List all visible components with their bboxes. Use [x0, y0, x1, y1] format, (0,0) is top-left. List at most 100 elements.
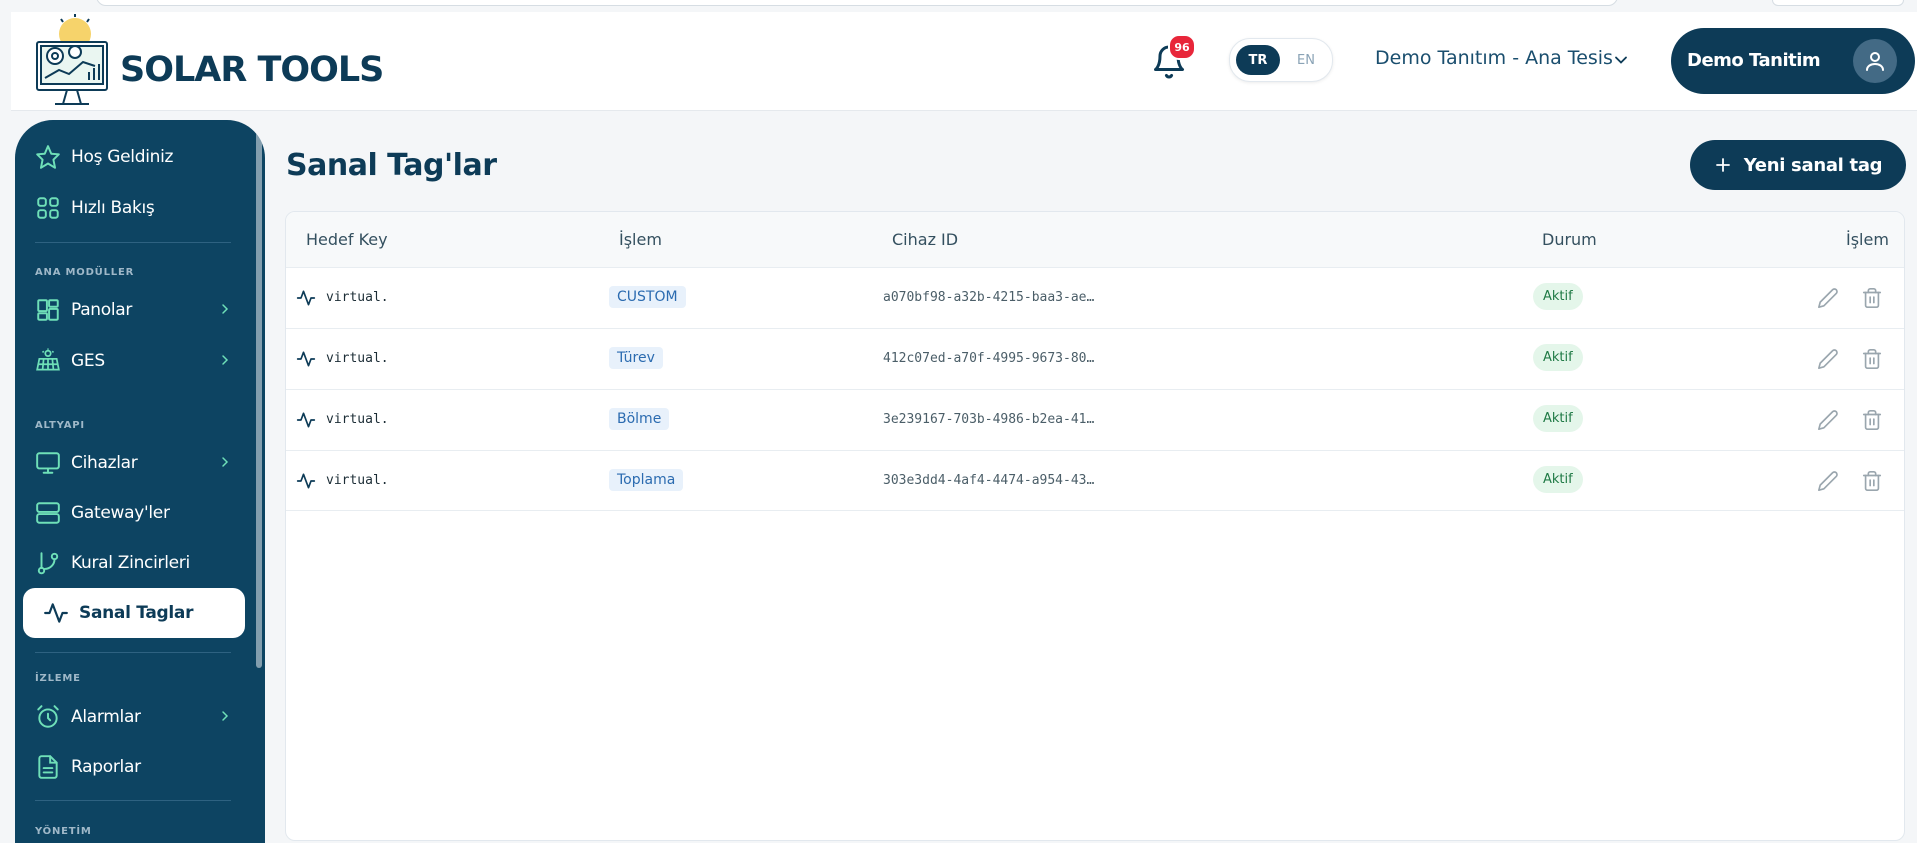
sidebar-item-label: GES [71, 351, 105, 371]
language-toggle[interactable]: TR EN [1229, 38, 1333, 82]
status-badge: Aktif [1533, 466, 1583, 493]
edit-icon[interactable] [1817, 287, 1839, 309]
activity-icon [296, 412, 316, 428]
device-id: 412c07ed-a70f-4995-9673-80… [883, 351, 1095, 366]
trash-icon[interactable] [1861, 409, 1883, 431]
edit-icon[interactable] [1817, 409, 1839, 431]
brand-name[interactable]: SOLAR TOOLS [120, 50, 384, 90]
user-name: Demo Tanitim [1687, 50, 1821, 71]
trash-icon[interactable] [1861, 287, 1883, 309]
solar-logo-icon[interactable] [31, 14, 113, 108]
trash-icon[interactable] [1861, 470, 1883, 492]
table-row[interactable]: virtual. CUSTOM a070bf98-a32b-4215-baa3-… [286, 267, 1904, 328]
git-branch-icon [37, 552, 59, 575]
sidebar-item-devices[interactable]: Cihazlar [23, 441, 251, 485]
table-row[interactable]: virtual. Toplama 303e3dd4-4af4-4474-a954… [286, 450, 1904, 511]
sidebar-divider [35, 652, 231, 653]
top-header: SOLAR TOOLS 96 TR EN Demo Tanıtım - Ana … [11, 12, 1917, 111]
solar-panel-icon [36, 348, 60, 371]
chevron-right-icon [222, 355, 229, 365]
column-header-target-key[interactable]: Hedef Key [306, 230, 388, 249]
table-row[interactable]: virtual. Bölme 3e239167-703b-4986-b2ea-4… [286, 389, 1904, 450]
toolbar-box[interactable] [1772, 0, 1904, 6]
device-id: a070bf98-a32b-4215-baa3-ae… [883, 290, 1095, 305]
site-selector[interactable]: Demo Tanıtım - Ana Tesis [1375, 47, 1613, 69]
operation-badge: Bölme [609, 408, 670, 430]
sidebar-scrollbar[interactable] [256, 128, 262, 668]
operation-badge: Toplama [609, 469, 684, 491]
sidebar-item-welcome[interactable]: Hoş Geldiniz [23, 135, 251, 179]
sidebar-item-panels[interactable]: Panolar [23, 288, 251, 332]
chevron-down-icon[interactable] [1611, 50, 1631, 70]
edit-icon[interactable] [1817, 348, 1839, 370]
sidebar-item-alarms[interactable]: Alarmlar [23, 695, 251, 739]
target-key: virtual. [326, 412, 389, 427]
sidebar-item-label: Cihazlar [71, 453, 138, 473]
browser-top-strip [0, 0, 1917, 12]
star-icon [36, 145, 60, 169]
sidebar-item-label: Alarmlar [71, 707, 141, 727]
activity-icon [296, 290, 316, 306]
sidebar: Hoş Geldiniz Hızlı Bakış ANA MODÜLLER Pa… [15, 120, 265, 843]
chevron-right-icon [222, 457, 229, 467]
plus-icon [1715, 158, 1730, 172]
document-icon [38, 755, 58, 779]
sidebar-item-gateways[interactable]: Gateway'ler [23, 491, 251, 535]
column-header-device-id[interactable]: Cihaz ID [892, 230, 958, 249]
page-title: Sanal Tag'lar [286, 148, 497, 183]
address-bar[interactable] [96, 0, 1618, 6]
activity-icon [296, 473, 316, 489]
column-header-status[interactable]: Durum [1542, 230, 1597, 249]
sidebar-item-label: Gateway'ler [71, 503, 170, 523]
activity-icon [44, 603, 68, 623]
table-row[interactable]: virtual. Türev 412c07ed-a70f-4995-9673-8… [286, 328, 1904, 389]
virtual-tags-table: Hedef Key İşlem Cihaz ID Durum İşlem vir… [285, 211, 1905, 841]
lang-en-button[interactable]: EN [1286, 45, 1326, 75]
sidebar-item-label: Sanal Taglar [79, 603, 194, 623]
operation-badge: Türev [609, 347, 663, 369]
grid-icon [37, 197, 59, 219]
user-menu-button[interactable]: Demo Tanitim [1671, 28, 1915, 94]
operation-badge: CUSTOM [609, 286, 686, 308]
alarm-clock-icon [37, 705, 59, 728]
server-icon [36, 502, 60, 524]
column-header-operation[interactable]: İşlem [619, 230, 662, 249]
notification-badge: 96 [1168, 34, 1196, 60]
status-badge: Aktif [1533, 283, 1583, 310]
chevron-right-icon [222, 304, 229, 314]
target-key: virtual. [326, 473, 389, 488]
target-key: virtual. [326, 351, 389, 366]
lang-tr-button[interactable]: TR [1236, 45, 1280, 75]
target-key: virtual. [326, 290, 389, 305]
sidebar-item-label: Raporlar [71, 757, 141, 777]
table-header: Hedef Key İşlem Cihaz ID Durum İşlem [286, 212, 1904, 267]
sidebar-section-infra: ALTYAPI [35, 420, 85, 431]
sidebar-divider [35, 800, 231, 801]
device-id: 3e239167-703b-4986-b2ea-41… [883, 412, 1095, 427]
sidebar-item-reports[interactable]: Raporlar [23, 745, 251, 789]
sidebar-item-rule-chains[interactable]: Kural Zincirleri [23, 541, 251, 585]
activity-icon [296, 351, 316, 367]
sidebar-item-label: Hoş Geldiniz [71, 147, 174, 167]
sidebar-item-label: Hızlı Bakış [71, 198, 155, 218]
new-virtual-tag-button[interactable]: Yeni sanal tag [1690, 140, 1906, 190]
trash-icon[interactable] [1861, 348, 1883, 370]
user-icon [1866, 52, 1884, 71]
sidebar-item-ges[interactable]: GES [23, 339, 251, 383]
sidebar-item-label: Kural Zincirleri [71, 553, 190, 573]
chevron-right-icon [222, 711, 229, 721]
sidebar-item-label: Panolar [71, 300, 133, 320]
status-badge: Aktif [1533, 405, 1583, 432]
sidebar-section-main: ANA MODÜLLER [35, 267, 135, 278]
sidebar-section-monitor: İZLEME [35, 673, 81, 684]
sidebar-divider [35, 242, 231, 243]
dashboard-icon [37, 299, 59, 321]
status-badge: Aktif [1533, 344, 1583, 371]
avatar [1853, 39, 1897, 83]
sidebar-item-virtual-tags[interactable]: Sanal Taglar [23, 588, 245, 638]
column-header-actions: İşlem [1846, 230, 1889, 249]
edit-icon[interactable] [1817, 470, 1839, 492]
sidebar-item-overview[interactable]: Hızlı Bakış [23, 186, 251, 230]
device-id: 303e3dd4-4af4-4474-a954-43… [883, 473, 1095, 488]
monitor-icon [36, 452, 60, 474]
